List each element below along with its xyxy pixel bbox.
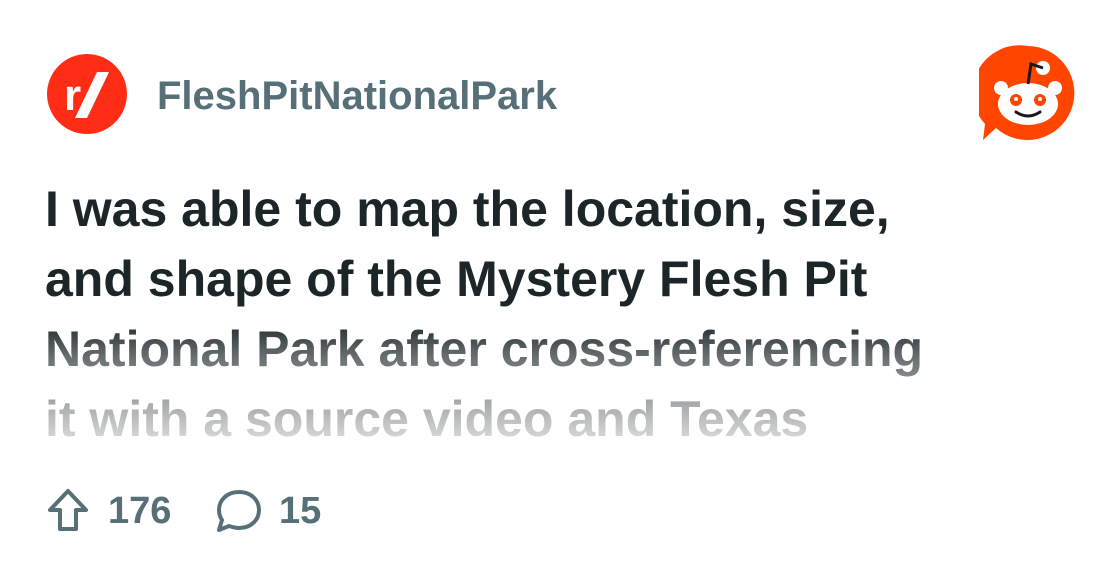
r-slash-icon: r xyxy=(64,71,109,120)
upvote-button[interactable]: 176 xyxy=(45,485,185,535)
upvote-count: 176 xyxy=(108,490,172,532)
upvote-arrow-icon xyxy=(48,489,88,531)
post-title-line: it with a source video and Texas xyxy=(45,391,809,447)
comments-button[interactable]: 15 xyxy=(215,485,335,535)
subreddit-icon[interactable]: r xyxy=(47,54,127,134)
comment-count: 15 xyxy=(279,490,322,532)
post-title-line: and shape of the Mystery Flesh Pit xyxy=(45,251,868,307)
subreddit-name[interactable]: FleshPitNationalPark xyxy=(157,73,557,119)
post-title-line: National Park after cross-referencing xyxy=(45,321,924,377)
comment-bubble-icon xyxy=(217,490,261,532)
reddit-snoo-icon xyxy=(979,45,1075,140)
post-title-line: I was able to map the location, size, xyxy=(45,181,890,237)
post-title[interactable]: I was able to map the location, size, an… xyxy=(45,174,1055,464)
post-header: r FleshPitNationalPark xyxy=(47,45,1077,140)
